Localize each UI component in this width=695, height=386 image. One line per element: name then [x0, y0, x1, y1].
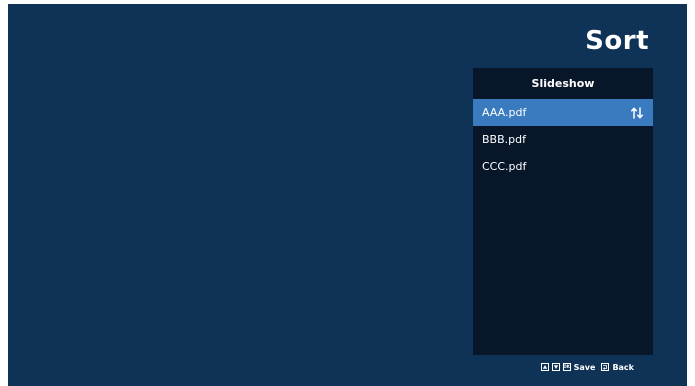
- back-hint-label: Back: [612, 362, 634, 372]
- key-hint-bar: OK Save Back: [540, 361, 637, 373]
- file-item-label: AAA.pdf: [482, 106, 527, 119]
- file-item-label: CCC.pdf: [482, 160, 527, 173]
- save-hint-label: Save: [573, 362, 596, 372]
- arrow-up-key-icon: [540, 363, 549, 371]
- screen-background: Sort Slideshow AAA.pdf BBB.pdf CCC.pdf O…: [8, 4, 687, 386]
- file-item-label: BBB.pdf: [482, 133, 526, 146]
- file-item-ccc[interactable]: CCC.pdf: [473, 153, 653, 180]
- sort-arrows-icon: [631, 107, 643, 119]
- ok-key-icon: OK: [562, 363, 571, 371]
- file-item-aaa[interactable]: AAA.pdf: [473, 99, 653, 126]
- arrow-down-key-icon: [551, 363, 560, 371]
- panel-header: Slideshow: [531, 77, 595, 90]
- sort-panel: Slideshow AAA.pdf BBB.pdf CCC.pdf: [473, 68, 653, 355]
- file-item-bbb[interactable]: BBB.pdf: [473, 126, 653, 153]
- page-title: Sort: [585, 26, 649, 56]
- file-list: AAA.pdf BBB.pdf CCC.pdf: [473, 99, 653, 180]
- back-key-icon: [601, 363, 610, 371]
